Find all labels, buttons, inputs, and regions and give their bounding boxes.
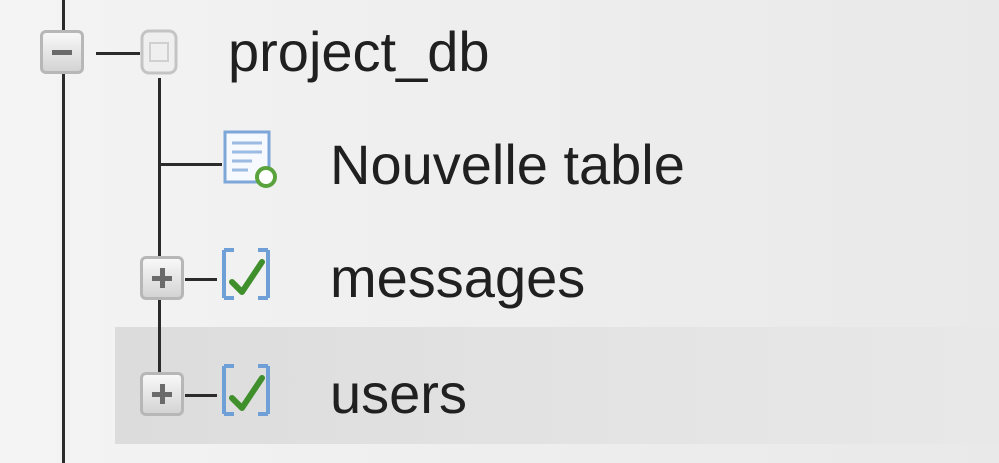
expand-toggle-users[interactable] [140, 372, 184, 416]
database-name[interactable]: project_db [228, 24, 490, 80]
new-table-link[interactable]: Nouvelle table [330, 137, 685, 193]
table-icon[interactable] [218, 360, 274, 420]
minus-icon [52, 50, 72, 55]
db-connector-line [96, 52, 140, 55]
table-icon[interactable] [218, 244, 274, 304]
expand-toggle-messages[interactable] [140, 256, 184, 300]
db-children-line [158, 78, 161, 378]
new-table-icon[interactable] [222, 130, 278, 190]
collapse-toggle-database[interactable] [40, 30, 84, 74]
messages-connector-line [185, 278, 217, 281]
new-table-connector-line [160, 163, 222, 166]
table-link-messages[interactable]: messages [330, 250, 585, 306]
database-icon [140, 29, 178, 75]
database-tree: project_db Nouvelle table messages users [0, 0, 999, 463]
users-connector-line [185, 394, 217, 397]
table-link-users[interactable]: users [330, 366, 467, 422]
